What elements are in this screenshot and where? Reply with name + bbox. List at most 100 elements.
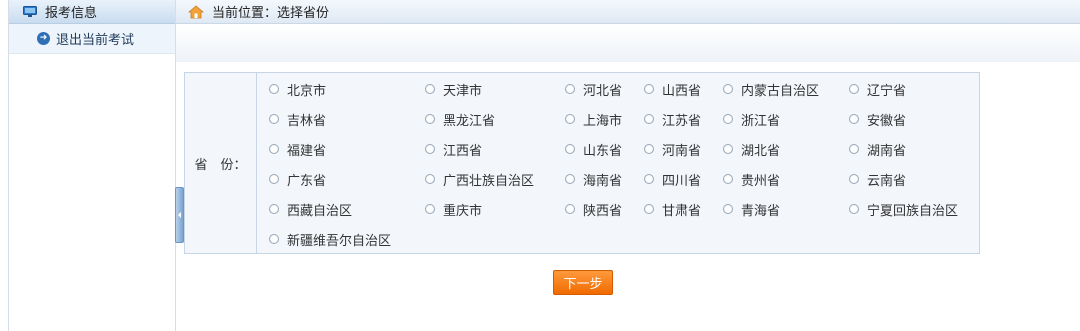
province-radio[interactable] — [269, 204, 279, 214]
toolbar-band — [176, 24, 1080, 62]
province-radio[interactable] — [269, 84, 279, 94]
province-option[interactable]: 宁夏回族自治区 — [849, 200, 959, 219]
province-label: 四川省 — [662, 173, 702, 189]
province-option[interactable]: 重庆市 — [425, 200, 483, 219]
province-label: 贵州省 — [741, 173, 781, 189]
province-option[interactable]: 江苏省 — [644, 110, 702, 129]
sidebar-item-label: 退出当前考试 — [56, 33, 135, 48]
province-radio-group: 北京市 天津市 河北省 山西省 内蒙古自治区 辽宁省吉林省 黑龙江省 上海市 江苏省 浙江省 安徽省… — [257, 73, 979, 253]
province-radio[interactable] — [425, 144, 435, 154]
arrow-right-icon: ➜ — [37, 32, 50, 45]
province-radio[interactable] — [269, 174, 279, 184]
province-label: 甘肃省 — [662, 203, 702, 219]
breadcrumb-text: 当前位置：选择省份 — [212, 6, 330, 21]
province-label: 浙江省 — [741, 113, 781, 129]
province-field-label: 省 份： — [185, 73, 257, 253]
province-radio[interactable] — [849, 114, 859, 124]
province-option[interactable]: 江西省 — [425, 140, 483, 159]
province-option[interactable]: 浙江省 — [723, 110, 781, 129]
province-radio[interactable] — [425, 174, 435, 184]
province-option[interactable]: 青海省 — [723, 200, 780, 219]
province-label: 重庆市 — [443, 203, 483, 219]
province-label: 广东省 — [287, 173, 327, 189]
province-label: 海南省 — [583, 173, 623, 189]
province-radio[interactable] — [425, 84, 435, 94]
province-label: 吉林省 — [287, 113, 327, 129]
province-option[interactable]: 安徽省 — [849, 110, 906, 129]
province-label: 山西省 — [662, 83, 702, 99]
province-radio[interactable] — [723, 114, 733, 124]
province-label: 福建省 — [287, 143, 327, 159]
province-option[interactable]: 海南省 — [565, 170, 623, 189]
province-radio[interactable] — [644, 84, 654, 94]
province-label: 云南省 — [867, 173, 907, 189]
breadcrumb: 当前位置：选择省份 — [176, 0, 1080, 24]
province-option[interactable]: 黑龙江省 — [425, 110, 496, 129]
province-radio[interactable] — [723, 174, 733, 184]
province-radio[interactable] — [269, 234, 279, 244]
province-radio[interactable] — [723, 84, 733, 94]
main-content: 当前位置：选择省份 省 份： 北京市 天津市 河北省 山西省 内蒙古自治区 辽宁省吉林省 黑… — [176, 0, 1080, 331]
province-radio[interactable] — [644, 174, 654, 184]
province-option[interactable]: 云南省 — [849, 170, 907, 189]
province-option[interactable]: 山西省 — [644, 80, 702, 99]
province-radio[interactable] — [849, 204, 859, 214]
province-option[interactable]: 四川省 — [644, 170, 702, 189]
province-option[interactable]: 湖南省 — [849, 140, 907, 159]
province-radio[interactable] — [565, 144, 575, 154]
province-label: 辽宁省 — [867, 83, 907, 99]
province-radio[interactable] — [849, 144, 859, 154]
province-radio[interactable] — [644, 144, 654, 154]
province-option[interactable]: 上海市 — [565, 110, 622, 129]
province-radio[interactable] — [644, 114, 654, 124]
province-option[interactable]: 广西壮族自治区 — [425, 170, 535, 189]
province-selection-panel: 省 份： 北京市 天津市 河北省 山西省 内蒙古自治区 辽宁省吉林省 黑龙江省 上海市 江苏省 浙… — [184, 72, 980, 254]
province-radio[interactable] — [425, 114, 435, 124]
province-option[interactable]: 湖北省 — [723, 140, 781, 159]
province-radio[interactable] — [425, 204, 435, 214]
province-option[interactable]: 西藏自治区 — [269, 200, 352, 219]
province-label: 河北省 — [583, 83, 623, 99]
province-label: 湖南省 — [867, 143, 907, 159]
province-option[interactable]: 陕西省 — [565, 200, 623, 219]
province-label: 山东省 — [583, 143, 623, 159]
province-radio[interactable] — [565, 174, 575, 184]
province-radio[interactable] — [723, 204, 733, 214]
monitor-icon — [23, 6, 37, 17]
province-label: 湖北省 — [741, 143, 781, 159]
province-label: 广西壮族自治区 — [443, 173, 535, 189]
province-radio[interactable] — [565, 84, 575, 94]
province-option[interactable]: 贵州省 — [723, 170, 781, 189]
province-option[interactable]: 吉林省 — [269, 110, 327, 129]
province-option[interactable]: 新疆维吾尔自治区 — [269, 230, 392, 249]
province-option[interactable]: 甘肃省 — [644, 200, 702, 219]
province-radio[interactable] — [565, 204, 575, 214]
province-option[interactable]: 内蒙古自治区 — [723, 80, 819, 99]
province-label: 江西省 — [443, 143, 483, 159]
province-option[interactable]: 河北省 — [565, 80, 623, 99]
province-radio[interactable] — [849, 174, 859, 184]
province-radio[interactable] — [644, 204, 654, 214]
province-option[interactable]: 河南省 — [644, 140, 701, 159]
sidebar-header: 报考信息 — [9, 0, 175, 24]
province-label: 黑龙江省 — [443, 113, 496, 129]
province-option[interactable]: 北京市 — [269, 80, 327, 99]
province-option[interactable]: 福建省 — [269, 140, 327, 159]
province-radio[interactable] — [269, 144, 279, 154]
province-label: 北京市 — [287, 83, 327, 99]
province-label: 天津市 — [443, 83, 483, 99]
sidebar-item-exit-exam[interactable]: ➜ 退出当前考试 — [9, 24, 175, 54]
province-option[interactable]: 广东省 — [269, 170, 327, 189]
province-label: 新疆维吾尔自治区 — [287, 233, 392, 249]
province-label: 陕西省 — [583, 203, 623, 219]
province-option[interactable]: 山东省 — [565, 140, 623, 159]
next-step-button[interactable]: 下一步 — [553, 270, 613, 295]
province-option[interactable]: 天津市 — [425, 80, 483, 99]
province-label: 宁夏回族自治区 — [867, 203, 959, 219]
province-radio[interactable] — [565, 114, 575, 124]
province-radio[interactable] — [849, 84, 859, 94]
province-radio[interactable] — [269, 114, 279, 124]
province-radio[interactable] — [723, 144, 733, 154]
province-option[interactable]: 辽宁省 — [849, 80, 907, 99]
province-label: 江苏省 — [662, 113, 702, 129]
